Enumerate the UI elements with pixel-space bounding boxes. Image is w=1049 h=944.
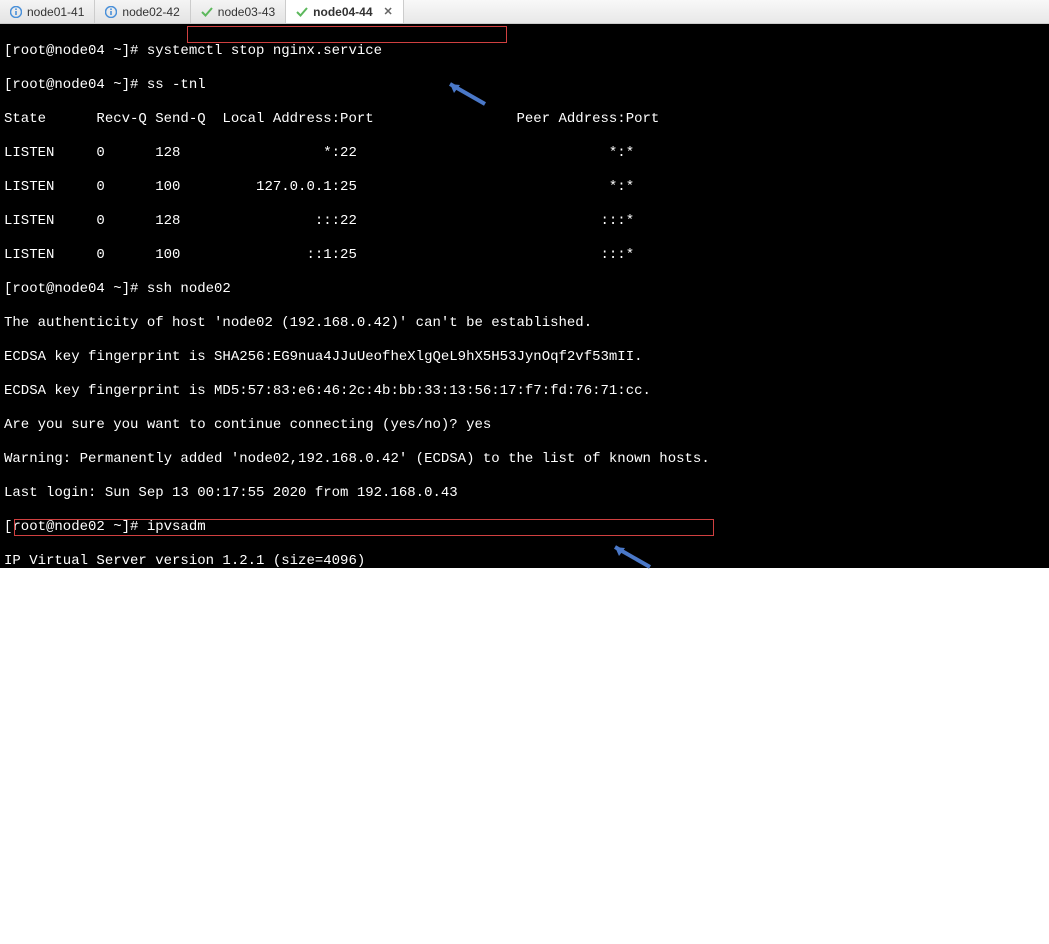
- tab-label: node04-44: [313, 5, 372, 19]
- check-icon: [296, 6, 308, 18]
- terminal-line: IP Virtual Server version 1.2.1 (size=40…: [4, 757, 365, 773]
- terminal-line: ECDSA key fingerprint is MD5:57:83:e6:46…: [4, 383, 651, 399]
- terminal-line: -> RemoteAddress:Port Forward Weight Act…: [4, 825, 584, 841]
- terminal-line: Warning: Permanently added 'node02,192.1…: [4, 451, 710, 467]
- terminal-line: ECDSA key fingerprint is SHA256:EG9nua4J…: [4, 349, 643, 365]
- tab-label: node02-42: [122, 5, 179, 19]
- terminal-line: -> 127.0.0.1:80 Route 1 0 0: [4, 893, 516, 909]
- terminal-line: -> RemoteAddress:Port Forward Weight Act…: [4, 621, 584, 637]
- terminal-line: [root@node02 ~]#: [4, 927, 138, 943]
- tab-label: node03-43: [218, 5, 275, 19]
- terminal-line: State Recv-Q Send-Q Local Address:Port P…: [4, 111, 659, 127]
- tab-node02[interactable]: node02-42: [95, 0, 190, 23]
- terminal-line: LISTEN 0 100 127.0.0.1:25 *:*: [4, 179, 634, 195]
- info-icon: [105, 6, 117, 18]
- terminal-line: [root@node02 ~]# ipvsadm -Ln: [4, 723, 239, 739]
- terminal-line: TCP node02.test.org:http wrr: [4, 655, 248, 671]
- terminal-line: [root@node04 ~]# systemctl stop nginx.se…: [4, 43, 382, 59]
- terminal-line: The authenticity of host 'node02 (192.16…: [4, 315, 592, 331]
- terminal-line: Are you sure you want to continue connec…: [4, 417, 491, 433]
- close-icon[interactable]: ✕: [384, 5, 393, 18]
- terminal-line: [root@node04 ~]# ss -tnl: [4, 77, 206, 93]
- terminal-line: Prot LocalAddress:Port Scheduler Flags: [4, 587, 323, 603]
- check-icon: [201, 6, 213, 18]
- annotation-box: [187, 26, 507, 43]
- tab-label: node01-41: [27, 5, 84, 19]
- tab-node03[interactable]: node03-43: [191, 0, 286, 23]
- tab-node04[interactable]: node04-44 ✕: [286, 0, 404, 23]
- tab-node01[interactable]: node01-41: [0, 0, 95, 23]
- terminal-line: [root@node02 ~]# ipvsadm: [4, 519, 206, 535]
- terminal-line: TCP 192.168.0.111:80 wrr: [4, 859, 214, 875]
- terminal-line: -> localhost:http Route 1 0 0: [4, 689, 516, 705]
- terminal-line: LISTEN 0 100 ::1:25 :::*: [4, 247, 634, 263]
- tab-bar: node01-41 node02-42 node03-43 node04-44 …: [0, 0, 1049, 24]
- terminal-line: Prot LocalAddress:Port Scheduler Flags: [4, 791, 323, 807]
- terminal-line: Last login: Sun Sep 13 00:17:55 2020 fro…: [4, 485, 458, 501]
- terminal-line: IP Virtual Server version 1.2.1 (size=40…: [4, 553, 365, 569]
- arrow-icon: [440, 79, 490, 109]
- info-icon: [10, 6, 22, 18]
- terminal-line: LISTEN 0 128 *:22 *:*: [4, 145, 634, 161]
- terminal-output[interactable]: [root@node04 ~]# systemctl stop nginx.se…: [0, 24, 1049, 568]
- terminal-line: LISTEN 0 128 :::22 :::*: [4, 213, 634, 229]
- terminal-line: [root@node04 ~]# ssh node02: [4, 281, 231, 297]
